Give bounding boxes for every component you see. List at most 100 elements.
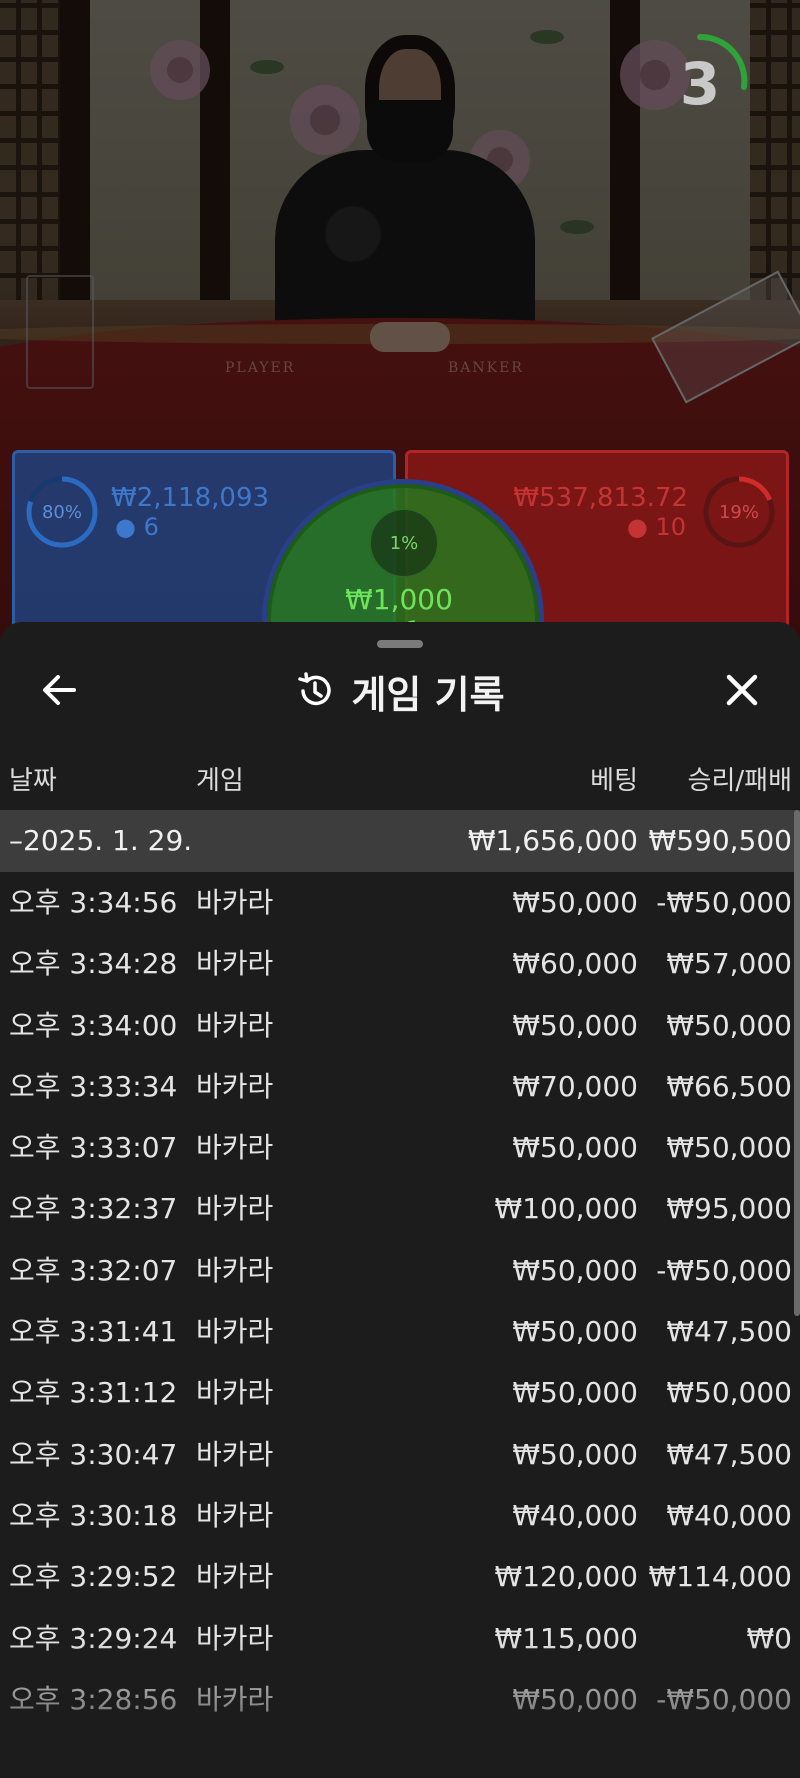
- history-icon: [298, 672, 332, 706]
- banker-percent-ring: 19%: [702, 475, 776, 549]
- row-time: 오후 3:31:12: [9, 1376, 178, 1410]
- row-time: 오후 3:33:34: [9, 1069, 178, 1103]
- history-row[interactable]: 오후 3:34:28 바카라 ₩60,000 ₩57,000: [0, 933, 800, 994]
- row-bet: ₩50,000: [512, 1131, 638, 1165]
- row-result: ₩40,000: [666, 1498, 792, 1532]
- row-time: 오후 3:34:28: [9, 947, 178, 981]
- sheet-header: 게임 기록: [0, 666, 800, 717]
- row-game: 바카라: [196, 947, 274, 981]
- row-bet: ₩50,000: [512, 1682, 638, 1716]
- row-bet: ₩50,000: [512, 1437, 638, 1471]
- row-result: ₩114,000: [648, 1560, 792, 1594]
- history-list: 오후 3:34:56 바카라 ₩50,000 -₩50,000 오후 3:34:28 바카…: [0, 872, 800, 1730]
- row-game: 바카라: [196, 886, 274, 919]
- table-header: 날짜 게임 베팅 승리/패배: [0, 760, 800, 800]
- row-time: 오후 3:29:52: [9, 1560, 178, 1594]
- banker-percent: 19%: [718, 501, 759, 523]
- row-result: ₩57,000: [666, 947, 792, 981]
- row-bet: ₩50,000: [512, 886, 638, 919]
- row-bet: ₩50,000: [512, 1376, 638, 1410]
- row-game: 바카라: [196, 1498, 274, 1532]
- row-time: 오후 3:34:00: [9, 1008, 178, 1042]
- row-time: 오후 3:30:47: [9, 1437, 178, 1471]
- row-result: ₩50,000: [666, 1131, 792, 1165]
- history-row[interactable]: 오후 3:31:12 바카라 ₩50,000 ₩50,000: [0, 1362, 800, 1423]
- summary-result-total: ₩590,500: [648, 824, 792, 857]
- row-game: 바카라: [196, 1008, 274, 1042]
- player-percent-ring: 80%: [25, 475, 99, 549]
- scrollbar[interactable]: [794, 810, 800, 1316]
- history-row[interactable]: 오후 3:29:24 바카라 ₩115,000 ₩0: [0, 1608, 800, 1669]
- row-game: 바카라: [196, 1192, 274, 1226]
- row-game: 바카라: [196, 1376, 274, 1410]
- row-bet: ₩115,000: [494, 1621, 638, 1655]
- history-row[interactable]: 오후 3:33:34 바카라 ₩70,000 ₩66,500: [0, 1056, 800, 1117]
- history-row[interactable]: 오후 3:32:07 바카라 ₩50,000 -₩50,000: [0, 1240, 800, 1301]
- row-game: 바카라: [196, 1560, 274, 1594]
- row-game: 바카라: [196, 1253, 274, 1287]
- row-result: -₩50,000: [656, 1253, 792, 1287]
- history-row[interactable]: 오후 3:30:47 바카라 ₩50,000 ₩47,500: [0, 1424, 800, 1485]
- player-count: 6: [143, 513, 159, 541]
- row-game: 바카라: [196, 1069, 274, 1103]
- history-row[interactable]: 오후 3:34:56 바카라 ₩50,000 -₩50,000: [0, 872, 800, 933]
- row-game: 바카라: [196, 1437, 274, 1471]
- history-row[interactable]: 오후 3:32:37 바카라 ₩100,000 ₩95,000: [0, 1178, 800, 1239]
- row-result: ₩47,500: [666, 1437, 792, 1471]
- row-time: 오후 3:29:24: [9, 1621, 178, 1655]
- row-time: 오후 3:34:56: [9, 886, 178, 919]
- history-row[interactable]: 오후 3:31:41 바카라 ₩50,000 ₩47,500: [0, 1301, 800, 1362]
- player-percent: 80%: [41, 501, 82, 523]
- row-result: ₩66,500: [666, 1069, 792, 1103]
- row-result: -₩50,000: [656, 886, 792, 919]
- date-summary-row[interactable]: –2025. 1. 29. ₩1,656,000 ₩590,500: [0, 810, 800, 872]
- user-icon: ●: [626, 513, 648, 541]
- countdown-value: 3: [679, 50, 721, 118]
- summary-date: –2025. 1. 29.: [9, 824, 193, 857]
- row-bet: ₩120,000: [494, 1560, 638, 1594]
- row-bet: ₩50,000: [512, 1008, 638, 1042]
- row-result: ₩50,000: [666, 1008, 792, 1042]
- banker-count-row: ● 10: [627, 513, 686, 541]
- tie-total-amount: ₩1,000: [345, 583, 453, 616]
- history-row[interactable]: 오후 3:29:52 바카라 ₩120,000 ₩114,000: [0, 1546, 800, 1607]
- user-icon: ●: [115, 513, 136, 541]
- history-row[interactable]: 오후 3:28:56 바카라 ₩50,000 -₩50,000: [0, 1669, 800, 1730]
- history-row[interactable]: 오후 3:34:00 바카라 ₩50,000 ₩50,000: [0, 995, 800, 1056]
- history-row[interactable]: 오후 3:30:18 바카라 ₩40,000 ₩40,000: [0, 1485, 800, 1546]
- player-total-amount: ₩2,118,093: [111, 483, 270, 513]
- history-row[interactable]: 오후 3:33:07 바카라 ₩50,000 ₩50,000: [0, 1117, 800, 1178]
- row-bet: ₩40,000: [512, 1498, 638, 1532]
- row-time: 오후 3:31:41: [9, 1315, 178, 1349]
- row-time: 오후 3:30:18: [9, 1498, 178, 1532]
- close-icon: [726, 674, 758, 706]
- row-result: -₩50,000: [656, 1682, 792, 1716]
- row-time: 오후 3:33:07: [9, 1131, 178, 1165]
- column-header-game[interactable]: 게임: [196, 760, 244, 797]
- row-bet: ₩70,000: [512, 1069, 638, 1103]
- row-time: 오후 3:28:56: [9, 1682, 178, 1716]
- row-game: 바카라: [196, 1621, 274, 1655]
- column-header-bet[interactable]: 베팅: [590, 760, 638, 797]
- row-time: 오후 3:32:37: [9, 1192, 178, 1226]
- row-bet: ₩100,000: [494, 1192, 638, 1226]
- drag-handle[interactable]: [377, 640, 423, 648]
- summary-bet-total: ₩1,656,000: [467, 824, 638, 857]
- row-time: 오후 3:32:07: [9, 1253, 178, 1287]
- row-bet: ₩60,000: [512, 947, 638, 981]
- close-button[interactable]: [720, 668, 764, 712]
- tie-percent: 1%: [369, 508, 439, 578]
- banker-count: 10: [655, 513, 686, 541]
- row-result: ₩50,000: [666, 1376, 792, 1410]
- row-game: 바카라: [196, 1131, 274, 1165]
- row-bet: ₩50,000: [512, 1253, 638, 1287]
- game-history-sheet: 게임 기록 날짜 게임 베팅 승리/패배 –2025. 1. 29. ₩1,65…: [0, 622, 800, 1778]
- player-count-row: ● 6: [115, 513, 159, 541]
- row-result: ₩0: [746, 1621, 793, 1655]
- countdown-timer: 3: [660, 32, 760, 132]
- banker-total-amount: ₩537,813.72: [513, 483, 688, 513]
- column-header-result[interactable]: 승리/패배: [688, 760, 792, 797]
- column-header-date[interactable]: 날짜: [9, 760, 57, 797]
- sheet-title: 게임 기록: [351, 672, 505, 717]
- row-bet: ₩50,000: [512, 1315, 638, 1349]
